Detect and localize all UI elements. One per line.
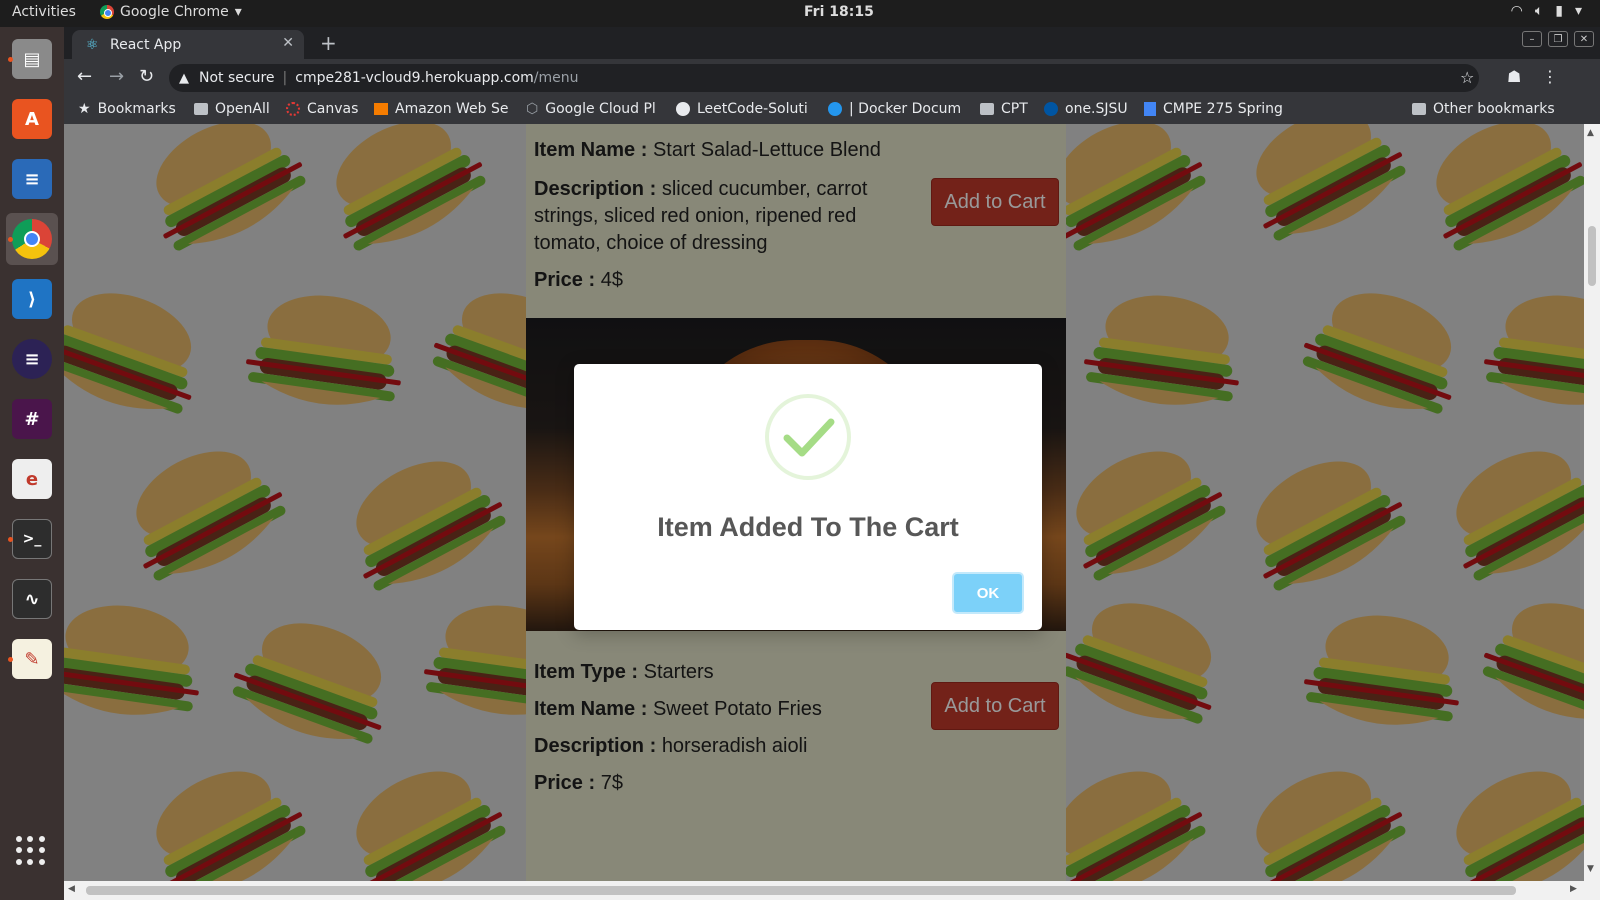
chrome-launcher[interactable]: [6, 213, 58, 265]
success-check-icon: [765, 394, 851, 480]
scroll-right-icon[interactable]: ▶: [1570, 884, 1577, 894]
evince-launcher[interactable]: e: [6, 453, 58, 505]
system-tray[interactable]: ◠ 🔈︎ ▮ ▾: [1511, 3, 1582, 19]
bookmark-item[interactable]: Amazon Web Se: [374, 101, 509, 117]
bookmark-item[interactable]: Canvas: [286, 101, 358, 117]
restore-button[interactable]: ❐: [1548, 31, 1568, 47]
chrome-icon: [100, 5, 114, 19]
bookmarks-bar: ★ Bookmarks OpenAll Canvas Amazon Web Se …: [64, 96, 1600, 124]
dock: ▤ A ≡ ⟩ ≡ # e >_ ∿ ✎: [0, 27, 64, 900]
window-controls: – ❐ ✕: [1522, 31, 1594, 47]
folder-icon: [980, 103, 994, 115]
bookmark-item[interactable]: CPT: [980, 101, 1028, 117]
tab-strip: ⚛ React App ✕ + – ❐ ✕: [64, 27, 1600, 59]
app-name: Google Chrome: [120, 4, 229, 20]
files-icon: ▤: [12, 39, 52, 79]
tab-title: React App: [110, 36, 182, 53]
other-bookmarks[interactable]: Other bookmarks: [1412, 101, 1555, 117]
url-host: cmpe281-vcloud9.herokuapp.com: [295, 70, 534, 86]
gcp-icon: ⬡: [526, 101, 539, 117]
chevron-down-icon: ▾: [1574, 3, 1582, 19]
tab-react-app[interactable]: ⚛ React App ✕: [72, 30, 304, 59]
bookmark-item[interactable]: one.SJSU: [1044, 101, 1128, 117]
eclipse-icon: ≡: [12, 339, 52, 379]
show-applications-icon[interactable]: [16, 836, 46, 866]
chrome-icon: [12, 219, 52, 259]
slack-icon: #: [12, 399, 52, 439]
terminal-launcher[interactable]: >_: [6, 513, 58, 565]
confirmation-dialog: Item Added To The Cart OK: [574, 364, 1042, 630]
aws-icon: [374, 103, 388, 115]
close-window-button[interactable]: ✕: [1574, 31, 1594, 47]
software-icon: A: [12, 99, 52, 139]
system-monitor-icon: ∿: [12, 579, 52, 619]
writer-icon: ≡: [12, 159, 52, 199]
address-bar[interactable]: ▲ Not secure | cmpe281-vcloud9.herokuapp…: [169, 64, 1479, 92]
docker-icon: [828, 102, 842, 116]
new-tab-button[interactable]: +: [320, 31, 337, 55]
running-indicator: [8, 237, 13, 242]
horizontal-scrollbar[interactable]: ◀ ▶: [64, 881, 1600, 900]
browser-toolbar: ← → ↻ ▲ Not secure | cmpe281-vcloud9.her…: [64, 59, 1600, 96]
software-launcher[interactable]: A: [6, 93, 58, 145]
minimize-button[interactable]: –: [1522, 31, 1542, 47]
scroll-down-icon[interactable]: ▼: [1587, 864, 1594, 874]
scrollbar-thumb[interactable]: [1588, 226, 1596, 286]
security-label[interactable]: Not secure: [199, 70, 275, 86]
back-button[interactable]: ←: [77, 66, 92, 87]
system-monitor-launcher[interactable]: ∿: [6, 573, 58, 625]
text-editor-icon: ✎: [12, 639, 52, 679]
system-top-bar: Activities Google Chrome ▾ Fri 18:15 ◠ 🔈…: [0, 0, 1600, 27]
scroll-up-icon[interactable]: ▲: [1587, 128, 1594, 138]
close-icon[interactable]: ✕: [282, 35, 294, 51]
running-indicator: [8, 57, 13, 62]
url-path: /menu: [533, 70, 579, 86]
bookmark-item[interactable]: OpenAll: [194, 101, 270, 117]
doc-icon: [1144, 102, 1156, 116]
folder-icon: [194, 103, 208, 115]
vertical-scrollbar[interactable]: ▲ ▼: [1584, 124, 1600, 881]
forward-button[interactable]: →: [109, 66, 124, 87]
wifi-icon: ◠: [1510, 3, 1523, 19]
canvas-icon: [286, 102, 300, 116]
eclipse-launcher[interactable]: ≡: [6, 333, 58, 385]
terminal-icon: >_: [12, 519, 52, 559]
star-icon: ★: [78, 101, 91, 117]
bookmark-item[interactable]: ★ Bookmarks: [78, 101, 176, 117]
app-menu[interactable]: Google Chrome ▾: [100, 4, 242, 20]
running-indicator: [8, 657, 13, 662]
running-indicator: [8, 537, 13, 542]
ok-button[interactable]: OK: [952, 572, 1024, 614]
dialog-title: Item Added To The Cart: [657, 512, 959, 542]
document-viewer-icon: e: [12, 459, 52, 499]
scroll-left-icon[interactable]: ◀: [68, 884, 75, 894]
slack-launcher[interactable]: #: [6, 393, 58, 445]
activities-button[interactable]: Activities: [12, 4, 76, 20]
writer-launcher[interactable]: ≡: [6, 153, 58, 205]
files-launcher[interactable]: ▤: [6, 33, 58, 85]
clock[interactable]: Fri 18:15: [804, 4, 874, 20]
bookmark-item[interactable]: | Docker Docum: [828, 101, 961, 117]
folder-icon: [1412, 103, 1426, 115]
bookmark-item[interactable]: ⬡ Google Cloud Pl: [526, 101, 656, 117]
vscode-launcher[interactable]: ⟩: [6, 273, 58, 325]
menu-icon[interactable]: ⋮: [1542, 67, 1558, 86]
vscode-icon: ⟩: [12, 279, 52, 319]
chevron-down-icon: ▾: [234, 4, 242, 20]
bookmark-star-icon[interactable]: ☆: [1460, 68, 1474, 87]
incognito-icon[interactable]: ☗: [1507, 67, 1521, 86]
warning-icon: ▲: [179, 70, 189, 86]
sjsu-icon: [1044, 102, 1058, 116]
battery-icon: ▮: [1555, 3, 1563, 19]
bookmark-item[interactable]: LeetCode-Soluti: [676, 101, 808, 117]
react-icon: ⚛: [86, 36, 99, 53]
bookmark-item[interactable]: CMPE 275 Spring: [1144, 101, 1283, 117]
omnibox-divider: |: [282, 70, 288, 86]
volume-icon: 🔈︎: [1534, 3, 1544, 19]
reload-button[interactable]: ↻: [139, 66, 154, 87]
page-viewport: Item Name : Start Salad-Lettuce Blend De…: [64, 124, 1584, 881]
scrollbar-thumb[interactable]: [86, 886, 1516, 895]
text-editor-launcher[interactable]: ✎: [6, 633, 58, 685]
github-icon: [676, 102, 690, 116]
